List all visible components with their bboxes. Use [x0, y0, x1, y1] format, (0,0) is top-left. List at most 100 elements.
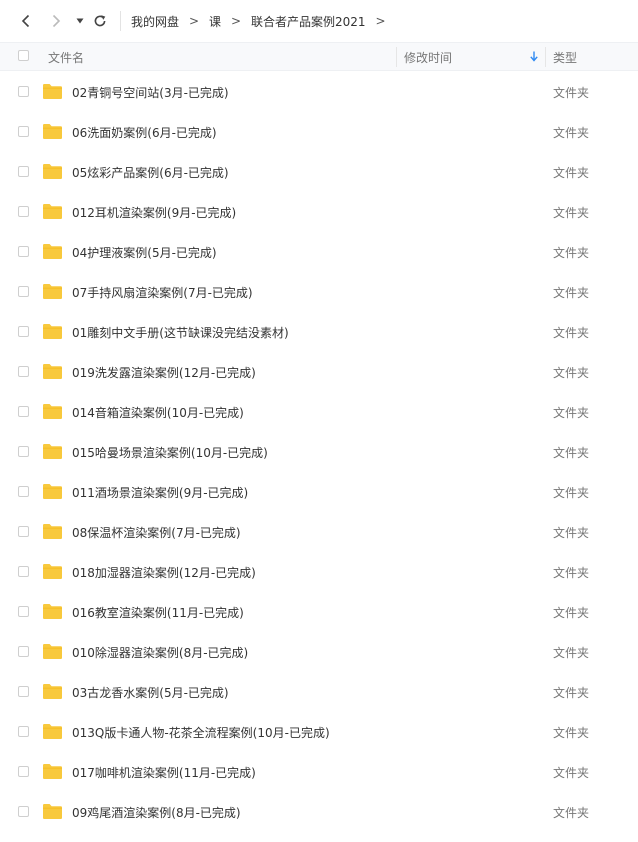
- folder-icon: [42, 83, 63, 104]
- table-row[interactable]: 018加湿器渲染案例(12月-已完成) 文件夹: [0, 552, 638, 592]
- caret-down-icon[interactable]: [70, 10, 90, 32]
- table-row[interactable]: 015哈曼场景渲染案例(10月-已完成) 文件夹: [0, 432, 638, 472]
- file-name[interactable]: 01雕刻中文手册(这节缺课没完结没素材): [72, 324, 289, 341]
- file-type: 文件夹: [553, 366, 590, 380]
- table-row[interactable]: 01雕刻中文手册(这节缺课没完结没素材) 文件夹: [0, 312, 638, 352]
- table-row[interactable]: 09鸡尾酒渲染案例(8月-已完成) 文件夹: [0, 792, 638, 832]
- file-name[interactable]: 04护理液案例(5月-已完成): [72, 244, 217, 261]
- file-name[interactable]: 016教室渲染案例(11月-已完成): [72, 604, 244, 621]
- file-name[interactable]: 017咖啡机渲染案例(11月-已完成): [72, 764, 256, 781]
- row-checkbox[interactable]: [18, 406, 29, 417]
- breadcrumb-item-current-folder[interactable]: 联合者产品案例2021: [251, 13, 366, 30]
- table-row[interactable]: 07手持风扇渲染案例(7月-已完成) 文件夹: [0, 272, 638, 312]
- row-checkbox[interactable]: [18, 606, 29, 617]
- table-row[interactable]: 012耳机渲染案例(9月-已完成) 文件夹: [0, 192, 638, 232]
- file-type: 文件夹: [553, 726, 590, 740]
- row-checkbox[interactable]: [18, 86, 29, 97]
- folder-icon: [42, 323, 63, 344]
- file-name[interactable]: 05炫彩产品案例(6月-已完成): [72, 164, 229, 181]
- file-name[interactable]: 09鸡尾酒渲染案例(8月-已完成): [72, 804, 241, 821]
- breadcrumb-item-my-drive[interactable]: 我的网盘: [131, 13, 179, 30]
- folder-icon: [42, 483, 63, 504]
- file-type: 文件夹: [553, 86, 590, 100]
- column-header-name[interactable]: 文件名: [48, 49, 84, 66]
- folder-icon: [42, 803, 63, 824]
- column-divider[interactable]: [396, 47, 397, 67]
- file-type: 文件夹: [553, 566, 590, 580]
- chevron-right-icon[interactable]: [46, 10, 66, 32]
- table-row[interactable]: 06洗面奶案例(6月-已完成) 文件夹: [0, 112, 638, 152]
- file-name[interactable]: 019洗发露渲染案例(12月-已完成): [72, 364, 256, 381]
- file-name[interactable]: 07手持风扇渲染案例(7月-已完成): [72, 284, 253, 301]
- row-checkbox[interactable]: [18, 166, 29, 177]
- row-checkbox[interactable]: [18, 566, 29, 577]
- column-header-type[interactable]: 类型: [553, 49, 577, 66]
- file-name[interactable]: 03古龙香水案例(5月-已完成): [72, 684, 229, 701]
- file-name[interactable]: 015哈曼场景渲染案例(10月-已完成): [72, 444, 268, 461]
- table-row[interactable]: 019洗发露渲染案例(12月-已完成) 文件夹: [0, 352, 638, 392]
- folder-icon: [42, 723, 63, 744]
- file-list-header: 文件名 修改时间 类型: [0, 42, 638, 71]
- file-name[interactable]: 013Q版卡通人物-花茶全流程案例(10月-已完成): [72, 724, 330, 741]
- breadcrumb-item-course[interactable]: 课: [209, 13, 221, 30]
- file-name[interactable]: 010除湿器渲染案例(8月-已完成): [72, 644, 248, 661]
- table-row[interactable]: 013Q版卡通人物-花茶全流程案例(10月-已完成) 文件夹: [0, 712, 638, 752]
- table-row[interactable]: 010除湿器渲染案例(8月-已完成) 文件夹: [0, 632, 638, 672]
- row-checkbox[interactable]: [18, 246, 29, 257]
- breadcrumb-separator[interactable]: >: [366, 14, 396, 28]
- row-checkbox[interactable]: [18, 486, 29, 497]
- folder-icon: [42, 283, 63, 304]
- chevron-left-icon[interactable]: [16, 10, 36, 32]
- row-checkbox[interactable]: [18, 646, 29, 657]
- file-type: 文件夹: [553, 446, 590, 460]
- select-all-checkbox[interactable]: [18, 50, 29, 61]
- table-row[interactable]: 04护理液案例(5月-已完成) 文件夹: [0, 232, 638, 272]
- file-type: 文件夹: [553, 206, 590, 220]
- breadcrumb: 我的网盘 > 课 > 联合者产品案例2021 >: [131, 0, 396, 42]
- table-row[interactable]: 011酒场景渲染案例(9月-已完成) 文件夹: [0, 472, 638, 512]
- row-checkbox[interactable]: [18, 206, 29, 217]
- table-row[interactable]: 016教室渲染案例(11月-已完成) 文件夹: [0, 592, 638, 632]
- file-name[interactable]: 011酒场景渲染案例(9月-已完成): [72, 484, 248, 501]
- table-row[interactable]: 08保温杯渲染案例(7月-已完成) 文件夹: [0, 512, 638, 552]
- row-checkbox[interactable]: [18, 446, 29, 457]
- file-type: 文件夹: [553, 166, 590, 180]
- row-checkbox[interactable]: [18, 126, 29, 137]
- file-type: 文件夹: [553, 526, 590, 540]
- folder-icon: [42, 643, 63, 664]
- file-name[interactable]: 014音箱渲染案例(10月-已完成): [72, 404, 244, 421]
- row-checkbox[interactable]: [18, 526, 29, 537]
- folder-icon: [42, 163, 63, 184]
- row-checkbox[interactable]: [18, 766, 29, 777]
- row-checkbox[interactable]: [18, 726, 29, 737]
- row-checkbox[interactable]: [18, 286, 29, 297]
- file-type: 文件夹: [553, 646, 590, 660]
- row-checkbox[interactable]: [18, 326, 29, 337]
- row-checkbox[interactable]: [18, 366, 29, 377]
- column-divider[interactable]: [545, 47, 546, 67]
- row-checkbox[interactable]: [18, 686, 29, 697]
- table-row[interactable]: 017咖啡机渲染案例(11月-已完成) 文件夹: [0, 752, 638, 792]
- file-name[interactable]: 08保温杯渲染案例(7月-已完成): [72, 524, 241, 541]
- breadcrumb-separator: >: [188, 14, 200, 28]
- refresh-icon[interactable]: [90, 10, 110, 32]
- folder-icon: [42, 443, 63, 464]
- row-checkbox[interactable]: [18, 806, 29, 817]
- table-row[interactable]: 014音箱渲染案例(10月-已完成) 文件夹: [0, 392, 638, 432]
- column-header-modified[interactable]: 修改时间: [404, 49, 452, 66]
- folder-icon: [42, 563, 63, 584]
- file-name[interactable]: 06洗面奶案例(6月-已完成): [72, 124, 217, 141]
- table-row[interactable]: 05炫彩产品案例(6月-已完成) 文件夹: [0, 152, 638, 192]
- folder-icon: [42, 763, 63, 784]
- folder-icon: [42, 363, 63, 384]
- file-type: 文件夹: [553, 126, 590, 140]
- file-name[interactable]: 012耳机渲染案例(9月-已完成): [72, 204, 236, 221]
- folder-icon: [42, 683, 63, 704]
- table-row[interactable]: 03古龙香水案例(5月-已完成) 文件夹: [0, 672, 638, 712]
- file-type: 文件夹: [553, 486, 590, 500]
- file-name[interactable]: 02青铜号空间站(3月-已完成): [72, 84, 229, 101]
- folder-icon: [42, 243, 63, 264]
- table-row[interactable]: 02青铜号空间站(3月-已完成) 文件夹: [0, 72, 638, 112]
- arrow-down-icon[interactable]: [529, 51, 539, 65]
- file-name[interactable]: 018加湿器渲染案例(12月-已完成): [72, 564, 256, 581]
